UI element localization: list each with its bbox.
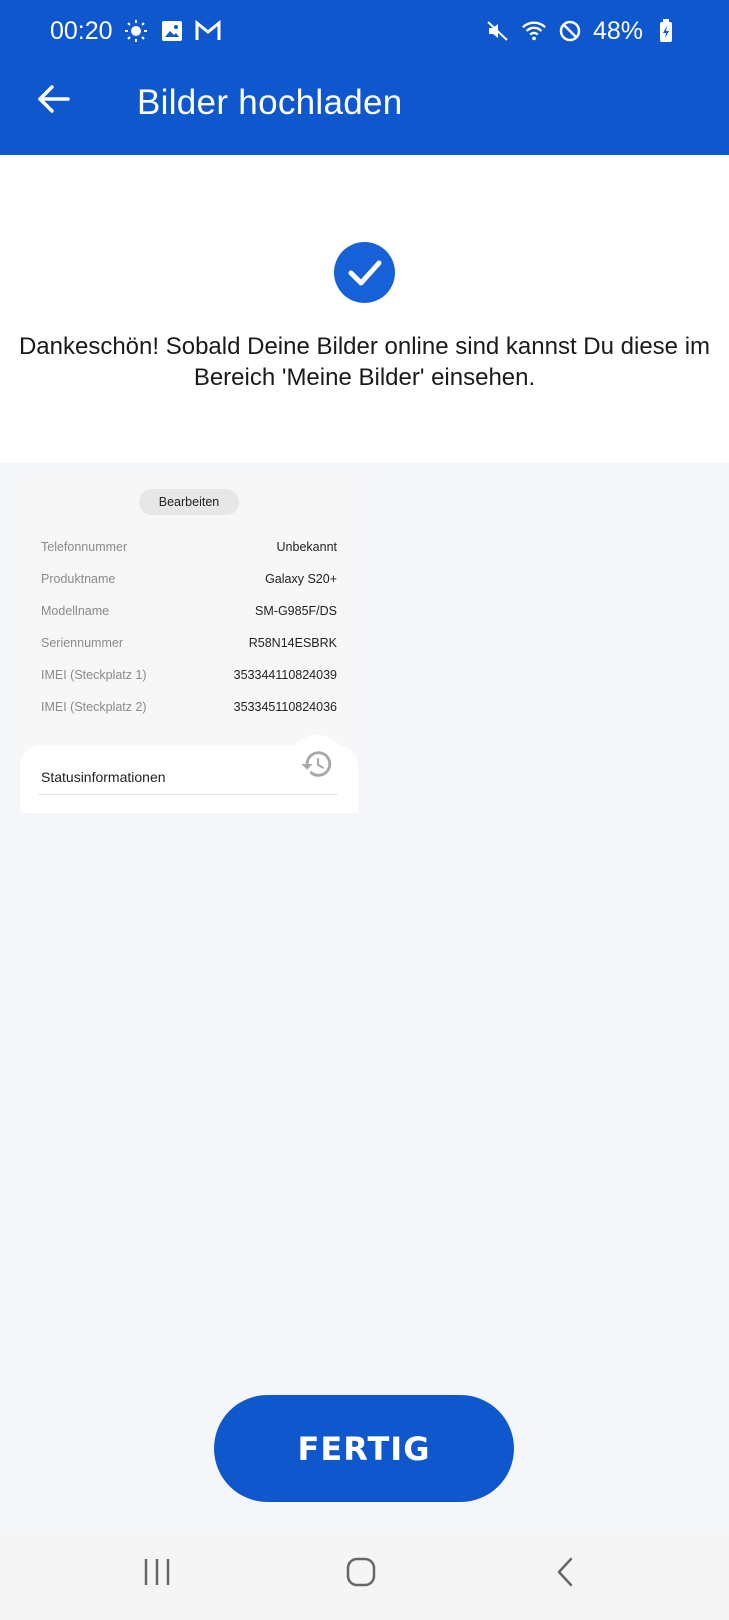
info-row: Seriennummer R58N14ESBRK [41, 633, 337, 653]
history-icon [288, 735, 346, 793]
status-section: Statusinformationen [20, 735, 358, 813]
info-value: 353345110824036 [233, 700, 337, 714]
status-bar: 00:20 48% [0, 0, 729, 62]
info-row: Modellname SM-G985F/DS [41, 601, 337, 621]
info-value: 353344110824039 [233, 668, 337, 682]
toolbar: Bilder hochladen [0, 62, 729, 155]
info-label: IMEI (Steckplatz 2) [41, 700, 147, 714]
status-label: Statusinformationen [41, 769, 166, 785]
arrow-left-icon [36, 84, 70, 119]
brightness-icon [123, 18, 149, 44]
check-circle-icon [334, 242, 395, 303]
info-label: IMEI (Steckplatz 1) [41, 668, 147, 682]
success-message: Dankeschön! Sobald Deine Bilder online s… [18, 333, 711, 391]
info-label: Seriennummer [41, 636, 123, 650]
back-icon [554, 1556, 576, 1593]
mute-icon [485, 18, 511, 44]
info-value: SM-G985F/DS [255, 604, 337, 618]
back-button[interactable] [28, 76, 78, 126]
system-nav-bar [0, 1530, 729, 1620]
info-row: IMEI (Steckplatz 2) 353345110824036 [41, 697, 337, 717]
recents-button[interactable] [127, 1550, 187, 1598]
info-label: Produktname [41, 572, 116, 586]
page-title: Bilder hochladen [137, 83, 403, 122]
info-label: Telefonnummer [41, 540, 128, 554]
divider [38, 794, 338, 795]
wifi-icon [521, 18, 547, 44]
home-icon [345, 1556, 377, 1593]
image-icon [159, 18, 185, 44]
dnd-icon [557, 18, 583, 44]
app-header: 00:20 48% Bilder hochladen [0, 0, 729, 155]
home-button[interactable] [331, 1550, 391, 1598]
status-time: 00:20 [50, 16, 113, 45]
battery-level: 48% [592, 16, 643, 45]
done-button[interactable]: FERTIG [214, 1395, 514, 1502]
recents-icon [140, 1557, 174, 1592]
info-row: Telefonnummer Unbekannt [41, 537, 337, 557]
edit-pill: Bearbeiten [139, 489, 239, 515]
info-row: IMEI (Steckplatz 1) 353344110824039 [41, 665, 337, 685]
info-value: Galaxy S20+ [265, 572, 337, 586]
info-value: R58N14ESBRK [248, 636, 337, 650]
info-value: Unbekannt [276, 540, 337, 554]
info-row: Produktname Galaxy S20+ [41, 569, 337, 589]
info-label: Modellname [41, 604, 110, 618]
gmail-icon [195, 18, 221, 44]
success-panel: Dankeschön! Sobald Deine Bilder online s… [0, 155, 729, 462]
nav-back-button[interactable] [535, 1550, 595, 1598]
battery-icon [653, 18, 679, 44]
uploaded-image-preview[interactable]: Bearbeiten Telefonnummer Unbekannt Produ… [20, 475, 358, 813]
